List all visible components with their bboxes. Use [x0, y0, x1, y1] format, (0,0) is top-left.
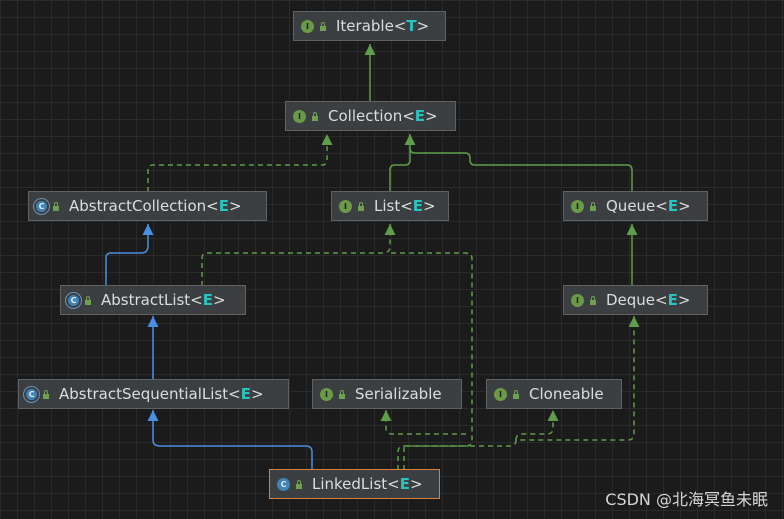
type-param: T	[406, 17, 417, 35]
node-label-close: >	[423, 197, 436, 215]
node-label: Collection<	[328, 107, 415, 125]
lock-icon	[590, 201, 596, 211]
type-param: E	[218, 197, 229, 215]
abstract-class-icon: C	[26, 388, 37, 400]
edge-abstractlist-list	[201, 224, 396, 286]
node-collection[interactable]: I Collection< E >	[285, 101, 456, 131]
type-param: E	[667, 197, 679, 215]
node-abstract-sequential-list[interactable]: C AbstractSequentialList< E >	[18, 379, 289, 409]
edge-linkedlist-abstractsequentiallist	[147, 410, 313, 470]
node-deque[interactable]: I Deque< E >	[563, 285, 708, 315]
node-label: LinkedList<	[312, 475, 400, 493]
lock-icon	[53, 201, 59, 211]
node-label: Iterable<	[336, 17, 407, 35]
type-param: E	[202, 291, 214, 309]
node-linked-list[interactable]: C LinkedList< E >	[269, 469, 440, 499]
node-label: List<	[374, 197, 413, 215]
interface-icon: I	[571, 199, 584, 213]
node-label: Deque<	[606, 291, 668, 309]
node-cloneable[interactable]: I Cloneable	[486, 379, 622, 409]
lock-icon	[590, 295, 596, 305]
interface-icon: I	[320, 387, 333, 401]
node-serializable[interactable]: I Serializable	[312, 379, 462, 409]
abstract-class-icon: C	[36, 200, 47, 212]
interface-icon: I	[339, 199, 352, 213]
node-abstract-collection[interactable]: C AbstractCollection< E >	[28, 191, 267, 221]
lock-icon	[43, 389, 49, 399]
node-label-close: >	[409, 475, 423, 493]
watermark: CSDN @北海冥鱼未眠	[605, 490, 768, 509]
lock-icon	[296, 479, 302, 489]
node-label: Cloneable	[529, 385, 604, 403]
node-label: AbstractCollection<	[69, 197, 219, 215]
node-label-close: >	[213, 291, 226, 309]
node-label: Serializable	[355, 385, 442, 403]
lock-icon	[312, 111, 318, 121]
edge-linkedlist-cloneable	[515, 410, 559, 441]
node-list[interactable]: I List< E >	[331, 191, 449, 221]
type-param: E	[667, 291, 678, 309]
node-label: AbstractSequentialList<	[59, 385, 241, 403]
lock-icon	[339, 389, 345, 399]
edge-abstractlist-abstractcollection	[105, 224, 154, 286]
type-param: E	[399, 475, 410, 493]
interface-icon: I	[301, 19, 314, 33]
lock-icon	[320, 21, 326, 31]
edge-abstractcollection-collection	[147, 134, 333, 192]
node-abstract-list[interactable]: C AbstractList< E >	[60, 285, 246, 315]
interface-icon: I	[571, 293, 584, 307]
lock-icon	[85, 295, 91, 305]
node-iterable[interactable]: I Iterable< T >	[293, 11, 446, 41]
node-label-close: >	[416, 17, 430, 35]
edge-queue-collection	[409, 147, 633, 192]
class-icon: C	[277, 477, 290, 491]
type-param: E	[240, 385, 251, 403]
node-label-close: >	[228, 197, 242, 215]
lock-icon	[513, 389, 519, 399]
node-queue[interactable]: I Queue< E >	[563, 191, 708, 221]
node-label-close: >	[677, 291, 691, 309]
lock-icon	[358, 201, 364, 211]
inheritance-edges	[105, 44, 640, 470]
node-label-close: >	[250, 385, 264, 403]
node-label-close: >	[678, 197, 691, 215]
node-label-close: >	[425, 107, 438, 125]
edge-linkedlist-serializable	[380, 410, 466, 435]
node-label: AbstractList<	[101, 291, 203, 309]
abstract-class-icon: C	[68, 294, 79, 306]
interface-icon: I	[494, 387, 507, 401]
edge-linkedlist-list	[390, 252, 473, 470]
type-param: E	[412, 197, 424, 215]
type-param: E	[414, 107, 426, 125]
interface-icon: I	[293, 109, 306, 123]
node-label: Queue<	[606, 197, 668, 215]
edge-list-collection	[389, 134, 416, 192]
